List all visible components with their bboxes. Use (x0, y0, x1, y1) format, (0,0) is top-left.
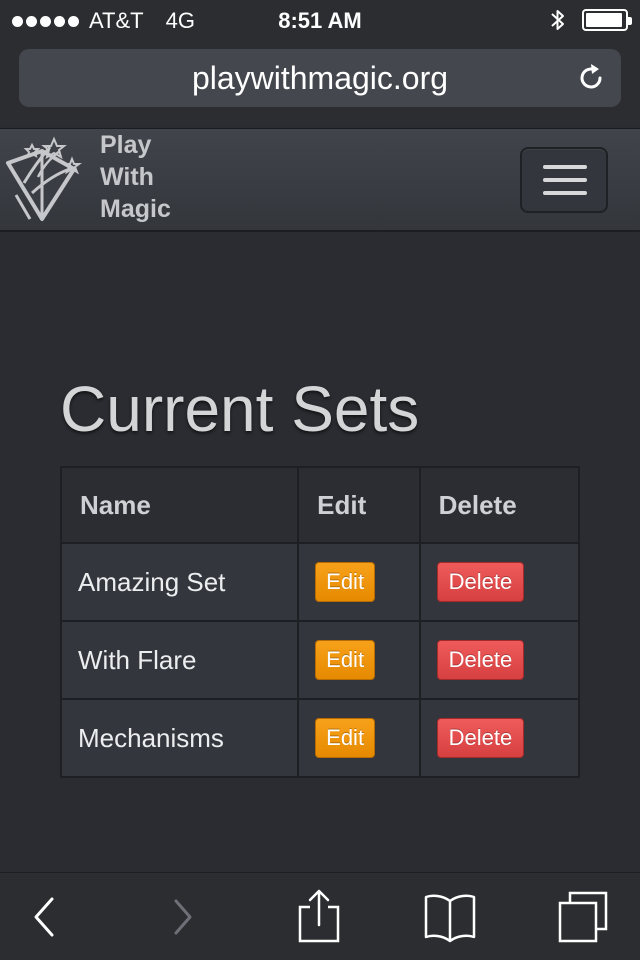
status-time: 8:51 AM (278, 8, 362, 33)
column-header-edit: Edit (297, 466, 421, 544)
address-bar[interactable]: playwithmagic.org (19, 49, 621, 107)
delete-cell: Delete (418, 698, 581, 778)
delete-button[interactable]: Delete (436, 640, 525, 680)
status-right (550, 8, 632, 32)
status-bar: AT&T 4G 8:51 AM (0, 0, 640, 40)
set-name: With Flare (59, 620, 300, 700)
column-header-delete: Delete (418, 466, 581, 544)
column-header-name: Name (59, 466, 300, 544)
delete-button[interactable]: Delete (436, 718, 525, 758)
browser-address-area: playwithmagic.org (0, 40, 640, 126)
forward-icon[interactable] (152, 887, 212, 947)
book-logo-icon[interactable] (2, 133, 98, 225)
delete-cell: Delete (418, 620, 581, 700)
tabs-icon[interactable] (554, 887, 614, 947)
hamburger-icon-bar (543, 191, 587, 195)
sets-table: Name Edit Delete Amazing Set Edit Delete… (59, 466, 581, 778)
site-navbar: Play With Magic (0, 128, 640, 232)
table-row: With Flare Edit Delete (59, 620, 581, 700)
bluetooth-icon (551, 10, 564, 30)
reload-icon[interactable] (575, 62, 607, 94)
set-name: Mechanisms (59, 698, 300, 778)
delete-button[interactable]: Delete (436, 562, 525, 602)
url-text: playwithmagic.org (191, 60, 449, 96)
table-row: Mechanisms Edit Delete (59, 698, 581, 778)
hamburger-icon-bar (543, 165, 587, 169)
edit-cell: Edit (297, 620, 421, 700)
back-icon[interactable] (14, 887, 74, 947)
battery-level (586, 13, 623, 27)
delete-cell: Delete (418, 542, 581, 622)
edit-button[interactable]: Edit (315, 718, 376, 758)
edit-button[interactable]: Edit (315, 640, 376, 680)
table-row: Amazing Set Edit Delete (59, 542, 581, 622)
hamburger-menu-button[interactable] (520, 147, 608, 213)
brand-line-2: With (100, 163, 154, 191)
brand-line-1: Play (100, 131, 152, 159)
edit-cell: Edit (297, 542, 421, 622)
brand-line-3: Magic (100, 195, 171, 223)
hamburger-icon-bar (543, 178, 587, 182)
table-header-row: Name Edit Delete (59, 466, 581, 544)
brand-name[interactable]: Play With Magic (100, 129, 171, 225)
browser-toolbar (0, 872, 640, 960)
share-icon[interactable] (288, 887, 348, 947)
bookmarks-icon[interactable] (420, 887, 480, 947)
battery-icon (582, 9, 632, 31)
set-name: Amazing Set (59, 542, 300, 622)
edit-button[interactable]: Edit (315, 562, 376, 602)
edit-cell: Edit (297, 698, 421, 778)
page-title: Current Sets (60, 373, 420, 445)
